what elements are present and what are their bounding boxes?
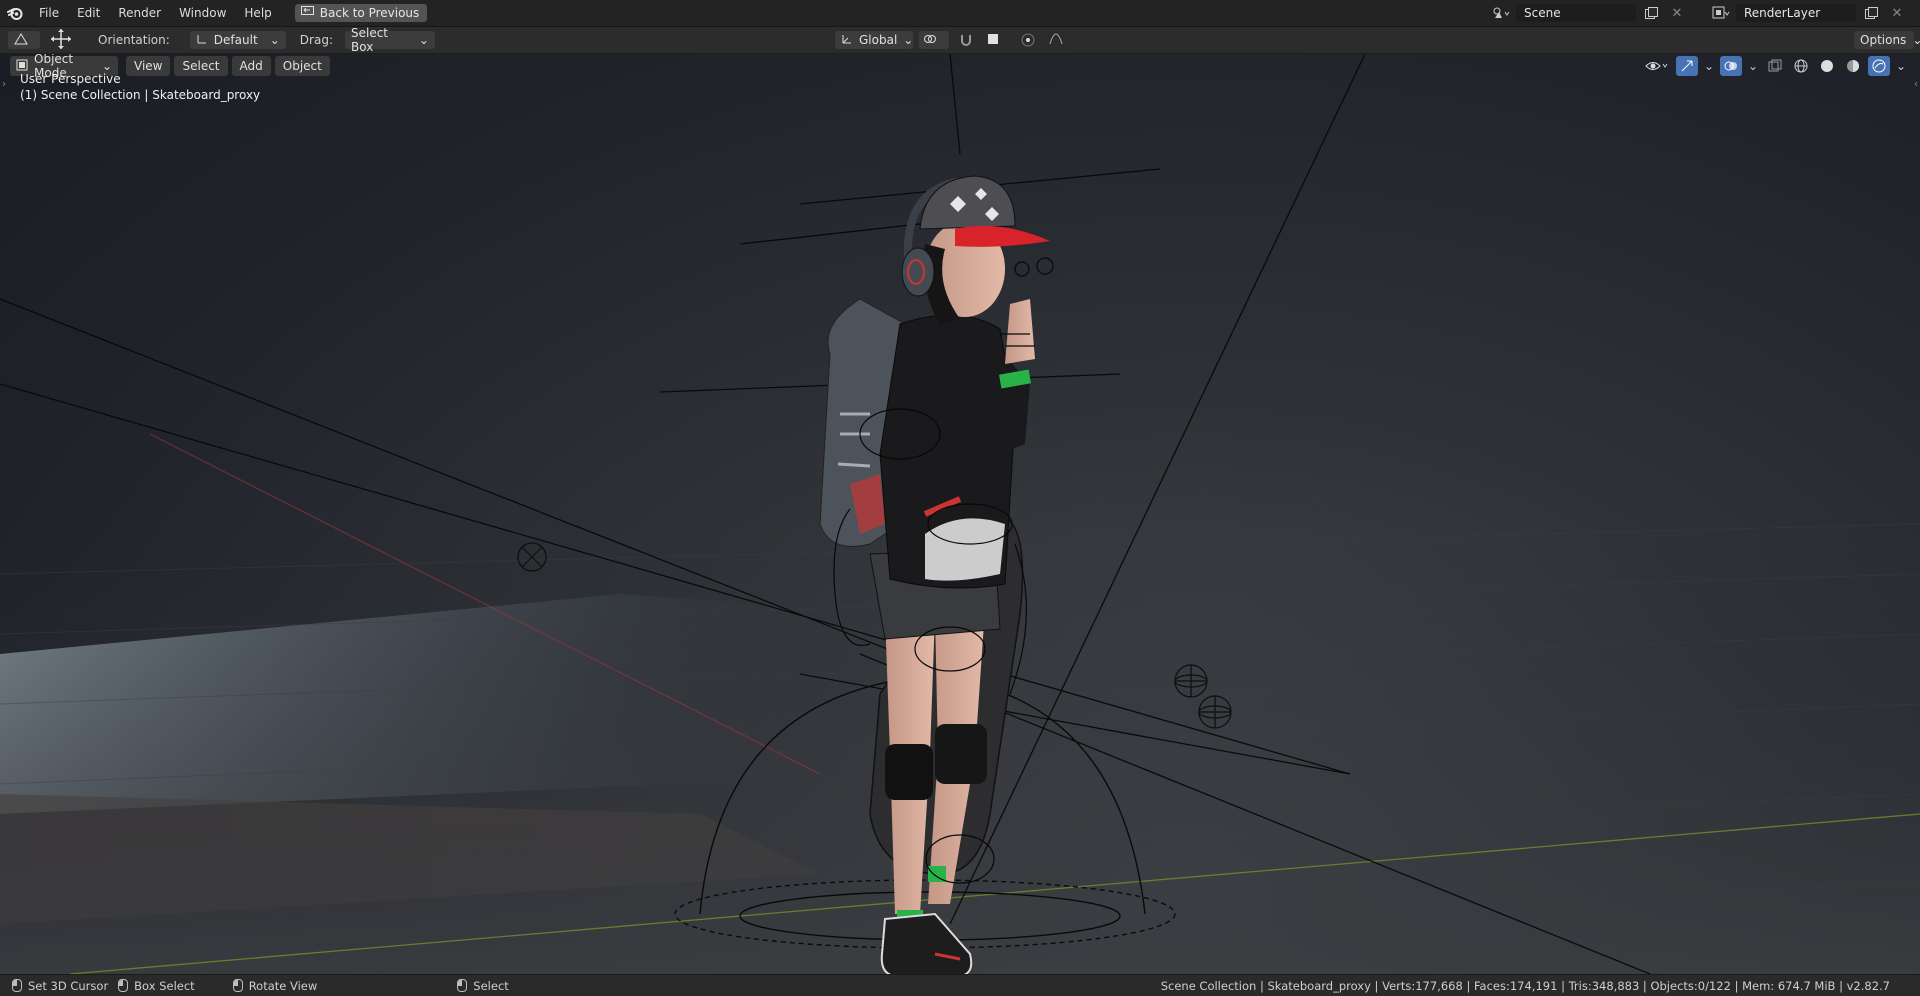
falloff-dropdown[interactable] [1045, 31, 1075, 49]
global-axes-icon [841, 33, 853, 48]
menu-view[interactable]: View [126, 56, 171, 76]
menu-add[interactable]: Add [231, 56, 271, 76]
menu-select[interactable]: Select [174, 56, 228, 76]
viewport-display-controls: ⌄ ⌄ ⌄ [1642, 56, 1908, 76]
chevron-down-icon[interactable]: ⌄ [1702, 56, 1716, 76]
chevron-down-icon: ⌄ [101, 59, 112, 73]
snap-element-icon [987, 33, 999, 48]
pivot-icon [923, 33, 937, 48]
hoodie-print [925, 518, 1005, 581]
status-rotate-view-label: Rotate View [248, 978, 318, 993]
menu-window[interactable]: Window [170, 0, 235, 26]
3d-viewport[interactable]: Object Mode ⌄ View Select Add Object ⌄ ⌄… [0, 54, 1920, 974]
mouse-drag-icon [118, 979, 129, 992]
status-box-select: Box Select [118, 979, 195, 993]
mouse-right-icon [457, 979, 468, 992]
viewport-scene [0, 54, 1920, 974]
render-layer-field[interactable]: RenderLayer [1736, 4, 1856, 22]
status-bar: Set 3D Cursor Box Select Rotate View Sel… [0, 974, 1920, 996]
move-tool-icon[interactable] [50, 28, 72, 53]
visibility-icon[interactable] [1642, 56, 1672, 76]
options-label: Options [1860, 33, 1907, 47]
drag-value: Select Box [350, 26, 389, 54]
transform-controls: Global ⌄ [835, 30, 1075, 50]
orientation-value: Default [213, 33, 258, 47]
proportional-editing-icon[interactable] [1017, 30, 1039, 50]
toolbar-expand-arrow-icon[interactable]: › [2, 79, 6, 90]
editor-type-icon [14, 32, 28, 48]
chevron-down-icon[interactable]: ⌄ [1894, 56, 1908, 76]
viewport-active-object-label: (1) Scene Collection | Skateboard_proxy [20, 88, 261, 102]
tool-settings-header: Orientation: Default ⌄ Drag: Select Box … [0, 26, 1920, 54]
snap-element-dropdown[interactable] [983, 31, 1011, 49]
orientation-dropdown[interactable]: Default ⌄ [189, 31, 286, 49]
mouse-middle-icon [232, 979, 243, 992]
orientation-label: Orientation: [98, 33, 170, 47]
mouse-left-icon [12, 979, 22, 992]
menu-render[interactable]: Render [109, 0, 170, 26]
solid-shading-icon[interactable] [1816, 56, 1838, 76]
scene-statistics: Scene Collection | Skateboard_proxy | Ve… [1160, 978, 1890, 993]
material-shading-icon[interactable] [1842, 56, 1864, 76]
status-rotate-view: Rotate View [232, 978, 318, 993]
scene-type-icon[interactable] [1490, 3, 1512, 23]
chevron-down-icon[interactable]: ⌄ [1746, 56, 1760, 76]
top-menu-bar: File Edit Render Window Help Back to Pre… [0, 0, 1920, 27]
transform-orientation-value: Global [859, 33, 898, 47]
headphone-cup [901, 247, 935, 297]
drag-dropdown[interactable]: Select Box ⌄ [344, 26, 435, 54]
status-set-cursor-label: Set 3D Cursor [28, 978, 109, 993]
workspace-selectors: Scene ✕ RenderLayer ✕ [1490, 0, 1920, 26]
menu-file[interactable]: File [30, 0, 68, 26]
menu-help[interactable]: Help [235, 0, 280, 26]
editor-type-dropdown[interactable] [8, 31, 40, 49]
pivot-point-dropdown[interactable] [919, 31, 949, 49]
falloff-curve-icon [1049, 32, 1063, 48]
options-dropdown[interactable]: Options ⌄ [1854, 31, 1920, 49]
status-select: Select [457, 978, 509, 993]
screen-icon [300, 6, 314, 20]
cap-brim [955, 225, 1050, 247]
status-box-select-label: Box Select [134, 978, 195, 993]
rendered-shading-icon[interactable] [1868, 56, 1890, 76]
status-select-label: Select [473, 978, 509, 993]
chevron-down-icon: ⌄ [418, 33, 429, 47]
new-render-layer-icon[interactable] [1860, 3, 1882, 23]
chevron-down-icon: ⌄ [269, 33, 280, 47]
transform-orientation-dropdown[interactable]: Global ⌄ [835, 31, 913, 49]
axes-icon [196, 33, 208, 48]
menu-object[interactable]: Object [274, 56, 330, 76]
new-scene-icon[interactable] [1640, 3, 1662, 23]
scene-name-field[interactable]: Scene [1516, 4, 1636, 22]
chevron-down-icon: ⌄ [903, 33, 914, 47]
render-layer-icon[interactable] [1710, 3, 1732, 23]
drag-label: Drag: [299, 33, 333, 47]
hand [1005, 299, 1035, 364]
blender-logo-icon[interactable] [0, 0, 30, 26]
status-set-cursor: Set 3D Cursor [12, 979, 108, 993]
viewport-header: Object Mode ⌄ View Select Add Object ⌄ ⌄… [0, 54, 1920, 80]
remove-scene-icon[interactable]: ✕ [1666, 3, 1688, 23]
viewport-perspective-label: User Perspective [20, 72, 121, 86]
wireframe-shading-icon[interactable] [1790, 56, 1812, 76]
overlays-toggle-icon[interactable] [1720, 56, 1742, 76]
sidebar-expand-arrow-icon[interactable]: ‹ [1914, 79, 1918, 90]
knee-pad-right [935, 724, 987, 784]
snap-toggle-icon[interactable] [955, 30, 977, 50]
menu-edit[interactable]: Edit [68, 0, 109, 26]
knee-pad-left [885, 744, 933, 800]
back-to-previous-label: Back to Previous [319, 6, 420, 20]
back-to-previous-button[interactable]: Back to Previous [294, 4, 428, 22]
xray-toggle-icon[interactable] [1764, 56, 1786, 76]
gizmo-toggle-icon[interactable] [1676, 56, 1698, 76]
remove-render-layer-icon[interactable]: ✕ [1886, 3, 1908, 23]
chevron-down-icon: ⌄ [1912, 33, 1920, 47]
